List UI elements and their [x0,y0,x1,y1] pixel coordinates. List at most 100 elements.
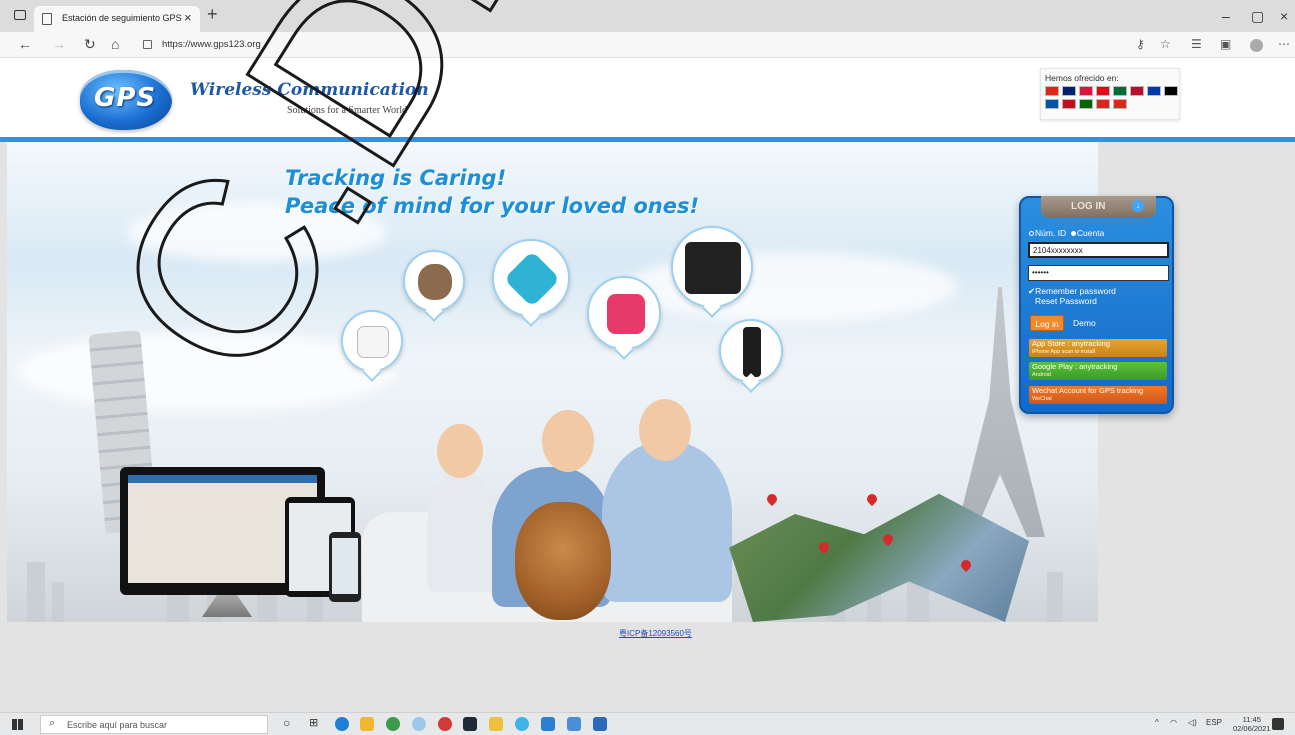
monitor-app-bar [128,475,317,483]
google-play-button[interactable]: Google Play : anytracking Android [1029,362,1167,380]
phone-screen [332,538,358,594]
language-flag-10[interactable] [1079,99,1093,109]
language-flag-12[interactable] [1113,99,1127,109]
doc-app-icon[interactable] [567,717,581,731]
gps-logo[interactable]: GPS [80,70,172,130]
key-icon[interactable]: ⚷ [1136,37,1145,51]
start-button-icon[interactable] [12,719,23,730]
taskbar-clock[interactable]: 11:45 02/06/2021 [1233,715,1271,733]
browser-titlebar: Estación de seguimiento GPS × + – ▢ × [0,0,1295,32]
hero-slogan-line1: Tracking is Caring! [285,166,507,190]
login-ribbon: LOG IN ↓ [1041,196,1156,218]
tracker-bubble [492,239,570,317]
ie-app-icon[interactable] [515,717,529,731]
photos-app-icon[interactable] [593,717,607,731]
app-store-button[interactable]: App Store : anytracking iPhone App scan … [1029,339,1167,357]
input-language[interactable]: ESP [1206,718,1222,727]
language-flag-8[interactable] [1045,99,1059,109]
more-options-icon[interactable]: ⋯ [1278,37,1290,51]
address-bar-row: ← → ↻ ⌂ https://www.gps123.org ⚷ ☆ ☰ ▣ ⋯ [0,32,1295,58]
tab-actions-icon[interactable] [14,10,26,20]
language-flag-2[interactable] [1079,86,1093,96]
restore-button[interactable]: ▢ [1251,8,1264,25]
app-store-sub: iPhone App scan to install [1032,349,1095,355]
login-button[interactable]: Log in [1030,315,1064,331]
media-app-icon[interactable] [438,717,452,731]
ps-app-icon[interactable] [541,717,555,731]
tracker-bubble [341,310,403,372]
terminal-app-icon[interactable] [463,717,477,731]
volume-icon[interactable]: ◁) [1188,718,1197,727]
language-flag-6[interactable] [1147,86,1161,96]
languages-label: Hemos ofrecido en: [1045,73,1119,83]
language-flag-9[interactable] [1062,99,1076,109]
mail-app-icon[interactable] [489,717,503,731]
square-tracker-icon [357,326,389,358]
cloud [17,332,397,412]
language-flag-4[interactable] [1113,86,1127,96]
tracker-bubble [403,250,465,312]
hero-banner: Tracking is Caring! Peace of mind for yo… [7,142,1098,622]
radio-account-icon[interactable] [1070,231,1076,236]
language-flag-5[interactable] [1130,86,1144,96]
password-input[interactable]: •••••• [1028,265,1169,281]
wechat-label: Wechat Account for GPS tracking [1032,386,1144,395]
phone-illustration [329,532,361,602]
radio-id-label[interactable]: Núm. ID [1035,228,1066,238]
brand-name: Wireless Communication [190,80,429,100]
show-hidden-icons-icon[interactable]: ^ [1155,718,1159,727]
radio-id-icon[interactable] [1029,231,1034,236]
minimize-button[interactable]: – [1222,8,1230,24]
app-store-label: App Store : anytracking [1032,339,1110,348]
language-flag-7[interactable] [1164,86,1178,96]
file-explorer-app-icon[interactable] [360,717,374,731]
cortana-icon[interactable]: ○ [283,716,290,730]
language-flag-3[interactable] [1096,86,1110,96]
demo-link[interactable]: Demo [1073,318,1096,328]
page-info-icon[interactable] [143,40,152,49]
logo-text: GPS [94,83,157,113]
tracker-bubble [671,226,753,308]
login-arrow-icon: ↓ [1132,200,1144,212]
tab-close-button[interactable]: × [184,10,192,25]
home-icon[interactable]: ⌂ [111,36,119,52]
taskbar-search[interactable]: ⌕ Escribe aquí para buscar [40,715,268,734]
profile-avatar[interactable] [1250,39,1263,52]
wechat-sub: WeChat [1032,396,1052,402]
search-placeholder: Escribe aquí para buscar [67,720,168,730]
chrome-app-icon[interactable] [386,717,400,731]
pink-tracker-icon [607,294,645,334]
refresh-icon[interactable]: ↻ [84,36,96,53]
search-app-icon[interactable] [412,717,426,731]
add-favorite-icon[interactable]: ☆ [1160,37,1171,51]
google-play-label: Google Play : anytracking [1032,362,1118,371]
browser-tab[interactable]: Estación de seguimiento GPS × [34,6,200,32]
icp-license-link[interactable]: 粤ICP备12093560号 [619,628,692,639]
forward-icon[interactable]: → [52,36,66,52]
reset-password-link[interactable]: Reset Password [1035,296,1097,306]
edge-app-icon[interactable] [335,717,349,731]
new-tab-button[interactable]: + [207,4,218,25]
radio-account-label[interactable]: Cuenta [1077,228,1104,238]
notifications-icon[interactable] [1272,718,1284,730]
favorites-icon[interactable]: ☰ [1191,37,1202,51]
language-flag-0[interactable] [1045,86,1059,96]
back-icon[interactable]: ← [18,36,32,52]
task-view-icon[interactable]: ⊞ [309,716,318,729]
clock-time: 11:45 [1242,715,1261,724]
id-input[interactable]: 2104xxxxxxxx [1028,242,1169,258]
brand-tagline: Solutions for a Smarter World [287,105,408,116]
wechat-button[interactable]: Wechat Account for GPS tracking WeChat [1029,386,1167,404]
hero-slogan-line2: Peace of mind for your loved ones! [285,194,700,218]
girl-figure [427,472,497,592]
language-selector: Hemos ofrecido en: [1040,68,1180,120]
language-flag-11[interactable] [1096,99,1110,109]
network-icon[interactable]: ◠ [1170,718,1177,727]
woman-head [542,410,594,472]
close-window-button[interactable]: × [1280,8,1288,24]
remember-password-label[interactable]: Remember password [1035,286,1116,296]
windows-taskbar: ⌕ Escribe aquí para buscar ○ ⊞ ^ ◠ ◁) ES… [0,712,1295,735]
url-field[interactable]: https://www.gps123.org [162,39,261,50]
collections-icon[interactable]: ▣ [1220,37,1231,51]
language-flag-1[interactable] [1062,86,1076,96]
